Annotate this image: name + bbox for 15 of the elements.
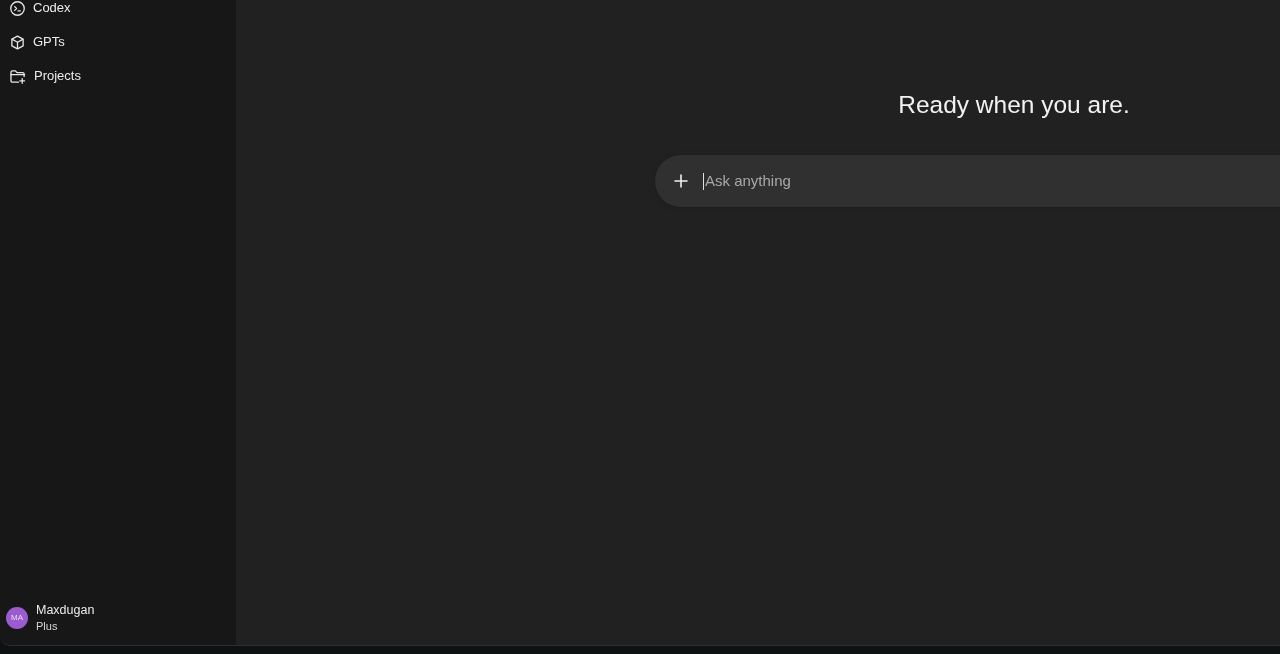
- folder-plus-icon: [10, 68, 26, 84]
- welcome-heading: Ready when you are.: [897, 90, 1131, 120]
- message-input-field[interactable]: Ask anything: [655, 155, 1280, 207]
- add-button[interactable]: [671, 171, 691, 191]
- text-cursor-icon: [703, 172, 704, 190]
- message-input[interactable]: Ask anything: [705, 171, 1280, 191]
- plan-label: Plus: [36, 619, 59, 633]
- plus-icon: [674, 174, 688, 188]
- sidebar-item[interactable]: Codex: [0, 0, 81, 25]
- user-name: Maxdugan: [36, 602, 95, 618]
- sidebar-item[interactable]: GPTs: [0, 25, 75, 59]
- user-avatar[interactable]: MA: [6, 606, 28, 629]
- sidebar-item[interactable]: Projects: [0, 59, 91, 93]
- terminal-circle-icon: [10, 0, 25, 16]
- cube-icon: [10, 34, 25, 50]
